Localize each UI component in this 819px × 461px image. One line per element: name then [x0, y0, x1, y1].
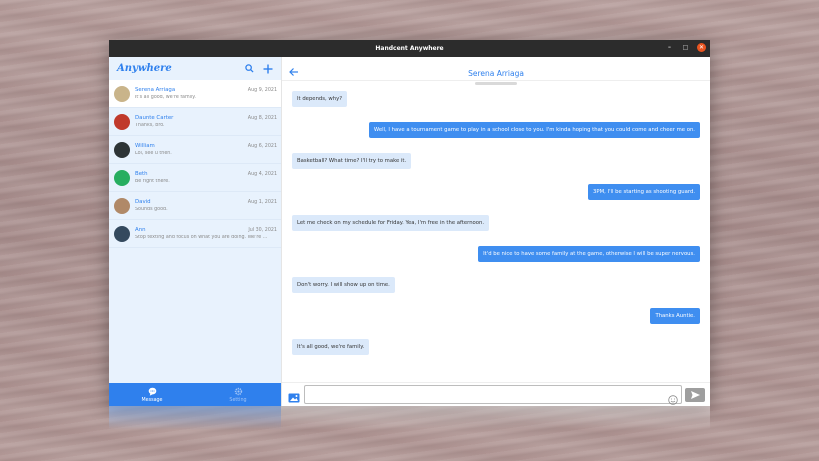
conversation-top: David Aug 1, 2021	[135, 199, 277, 205]
conversation-item[interactable]: William Aug 6, 2021 Lol, see u then.	[109, 136, 281, 164]
nav-tab-setting[interactable]: Setting	[195, 383, 281, 406]
plus-icon[interactable]	[261, 62, 275, 76]
brand-logo: Anywhere	[117, 63, 172, 74]
outgoing-message: Thanks Auntie.	[650, 308, 700, 324]
conversation-top: Ann Jul 30, 2021	[135, 227, 277, 233]
conversation-name: William	[135, 143, 155, 149]
message-thread[interactable]: It depends, why? Well, I have a tournamen…	[282, 81, 710, 382]
app-content: Anywhere Serena Arriaga Aug 9, 2021 It's a…	[109, 57, 710, 406]
conversation-snippet: It's all good, we're family.	[135, 95, 196, 100]
window-reflection	[109, 406, 710, 430]
conversation-snippet: Be right there.	[135, 179, 170, 184]
emoji-icon[interactable]	[668, 390, 678, 405]
reflection-sidebar	[109, 406, 281, 430]
conversation-body: Beth Aug 4, 2021 Be right there.	[135, 171, 277, 184]
bottom-nav: Message Setting	[109, 383, 281, 406]
conversation-date: Aug 1, 2021	[247, 200, 277, 205]
message-input-wrapper	[304, 385, 682, 405]
avatar	[114, 113, 130, 130]
outgoing-message: 3PM, I'll be starting as shooting guard.	[588, 184, 700, 200]
conversation-item[interactable]: David Aug 1, 2021 Sounds good.	[109, 192, 281, 220]
sidebar: Anywhere Serena Arriaga Aug 9, 2021 It's a…	[109, 57, 281, 406]
conversation-list: Serena Arriaga Aug 9, 2021 It's all good, …	[109, 80, 281, 383]
gear-icon	[234, 387, 242, 395]
conversation-date: Aug 9, 2021	[247, 88, 277, 93]
incoming-message: Don't worry. I will show up on time.	[292, 277, 395, 293]
conversation-snippet: Sounds good.	[135, 207, 168, 212]
incoming-message: Let me check on my schedule for Friday. …	[292, 215, 490, 231]
conversation-top: Serena Arriaga Aug 9, 2021	[135, 87, 277, 93]
chat-bubble-icon	[148, 387, 156, 396]
conversation-body: Serena Arriaga Aug 9, 2021 It's all good, …	[135, 87, 277, 100]
incoming-message: Basketball? What time? I'll try to make …	[292, 153, 412, 169]
conversation-body: Daunte Carter Aug 8, 2021 Thanks, bro.	[135, 115, 277, 128]
message-input[interactable]	[308, 386, 668, 403]
image-attach-icon[interactable]	[288, 389, 300, 402]
conversation-snippet: Stop texting and focus on what you are d…	[135, 235, 268, 240]
nav-tab-label: Setting	[229, 397, 247, 403]
chat-header: Serena Arriaga	[282, 57, 710, 85]
close-icon[interactable]: ✕	[697, 43, 706, 52]
avatar	[114, 225, 130, 242]
conversation-name: Beth	[135, 171, 148, 177]
conversation-name: Serena Arriaga	[135, 87, 176, 93]
conversation-item[interactable]: Ann Jul 30, 2021 Stop texting and focus on…	[109, 220, 281, 248]
conversation-date: Aug 8, 2021	[247, 116, 277, 121]
incoming-message: It's all good, we're family.	[292, 339, 370, 355]
window-titlebar[interactable]: Handcent Anywhere – □ ✕	[109, 40, 710, 57]
minimize-icon[interactable]: –	[665, 43, 674, 52]
conversation-body: Ann Jul 30, 2021 Stop texting and focus on…	[135, 227, 277, 240]
send-icon	[690, 390, 700, 399]
conversation-top: William Aug 6, 2021	[135, 143, 277, 149]
conversation-date: Aug 6, 2021	[247, 144, 277, 149]
nav-tab-message[interactable]: Message	[109, 383, 195, 406]
conversation-body: David Aug 1, 2021 Sounds good.	[135, 199, 277, 212]
conversation-top: Daunte Carter Aug 8, 2021	[135, 115, 277, 121]
message-composer	[282, 382, 710, 406]
send-button[interactable]	[685, 387, 705, 402]
chat-panel: Serena Arriaga It depends, why? Well, I h…	[281, 57, 710, 406]
search-icon[interactable]	[242, 62, 256, 76]
avatar	[114, 141, 130, 158]
sidebar-header: Anywhere	[109, 57, 281, 80]
conversation-date: Aug 4, 2021	[247, 172, 277, 177]
outgoing-message: Well, I have a tournament game to play i…	[368, 122, 700, 138]
conversation-name: Daunte Carter	[135, 115, 174, 121]
conversation-date: Jul 30, 2021	[248, 228, 277, 233]
app-window: Handcent Anywhere – □ ✕ Anywhere Serena …	[109, 40, 710, 406]
conversation-body: William Aug 6, 2021 Lol, see u then.	[135, 143, 277, 156]
maximize-icon[interactable]: □	[681, 43, 690, 52]
window-controls: – □ ✕	[665, 43, 706, 52]
avatar	[114, 85, 130, 102]
avatar	[114, 197, 130, 214]
conversation-snippet: Thanks, bro.	[135, 123, 165, 128]
back-arrow-icon[interactable]	[288, 63, 300, 76]
conversation-item[interactable]: Serena Arriaga Aug 9, 2021 It's all good, …	[109, 80, 281, 108]
conversation-top: Beth Aug 4, 2021	[135, 171, 277, 177]
conversation-name: David	[135, 199, 151, 205]
conversation-snippet: Lol, see u then.	[135, 151, 172, 156]
nav-tab-label: Message	[141, 397, 163, 403]
conversation-item[interactable]: Daunte Carter Aug 8, 2021 Thanks, bro.	[109, 108, 281, 136]
outgoing-message: It'd be nice to have some family at the …	[478, 246, 700, 262]
conversation-item[interactable]: Beth Aug 4, 2021 Be right there.	[109, 164, 281, 192]
contact-name: Serena Arriaga	[468, 69, 524, 78]
conversation-name: Ann	[135, 227, 146, 233]
incoming-message: It depends, why?	[292, 91, 348, 107]
window-title: Handcent Anywhere	[375, 45, 444, 52]
avatar	[114, 169, 130, 186]
